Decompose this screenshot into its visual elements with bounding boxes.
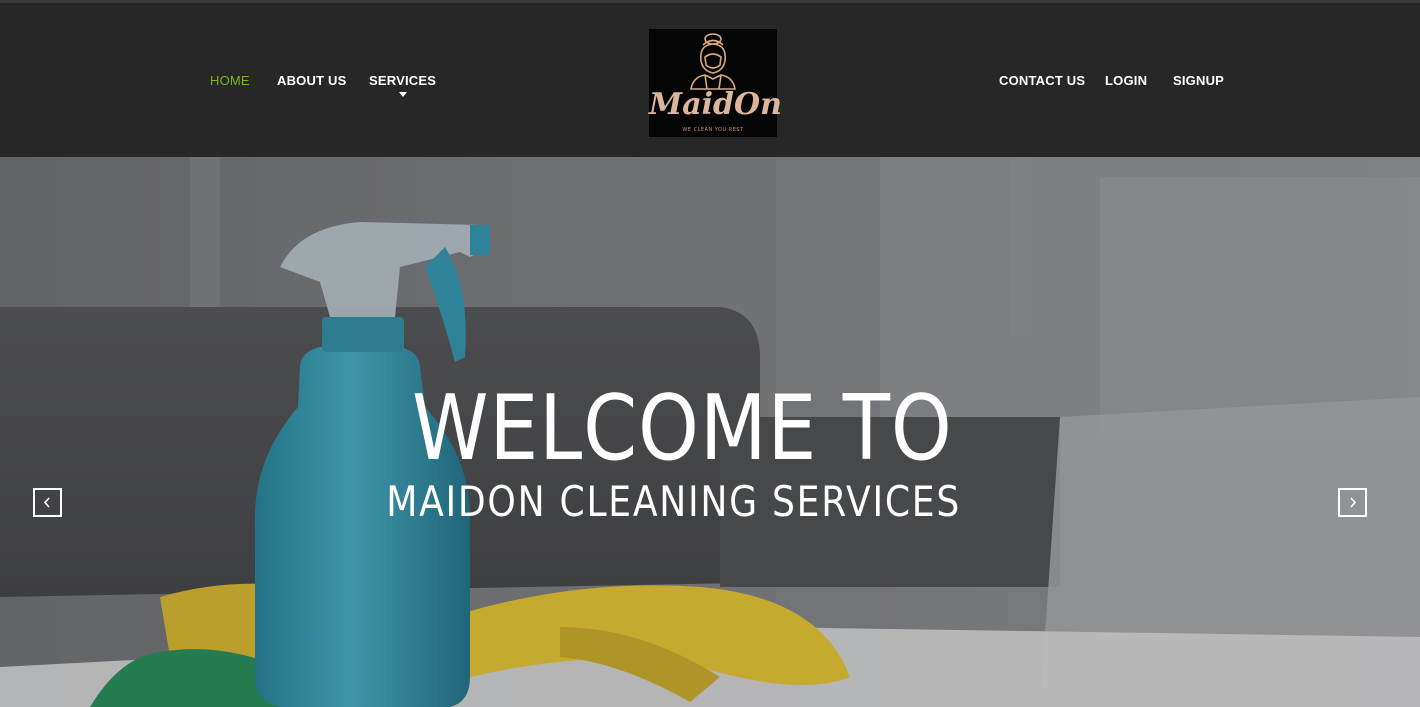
nav-home[interactable]: HOME (210, 73, 250, 88)
logo-wordmark: MaidOn (649, 87, 782, 122)
site-header: HOME ABOUT US SERVICES MaidOn WE CLEAN Y… (0, 0, 1420, 157)
caret-down-icon (398, 92, 407, 97)
hero-slider: WELCOME TO MAIDON CLEANING SERVICES (0, 157, 1420, 707)
chevron-left-icon (43, 497, 50, 508)
site-logo[interactable]: MaidOn WE CLEAN YOU REST (649, 29, 782, 137)
hero-subtitle: MAIDON CLEANING SERVICES (386, 477, 962, 526)
chevron-right-icon (1350, 497, 1357, 508)
nav-services-label: SERVICES (369, 73, 437, 88)
page: HOME ABOUT US SERVICES MaidOn WE CLEAN Y… (0, 0, 1420, 707)
nav-contact-us[interactable]: CONTACT US (999, 73, 1085, 88)
nav-login[interactable]: LOGIN (1105, 73, 1147, 88)
nav-signup[interactable]: SIGNUP (1173, 73, 1224, 88)
nav-about-us[interactable]: ABOUT US (277, 73, 347, 88)
hero-title: WELCOME TO (412, 376, 953, 481)
slider-next-button[interactable] (1338, 488, 1367, 517)
nav-services[interactable]: SERVICES (369, 73, 437, 97)
logo-tagline: WE CLEAN YOU REST (682, 127, 744, 133)
slider-prev-button[interactable] (33, 488, 62, 517)
